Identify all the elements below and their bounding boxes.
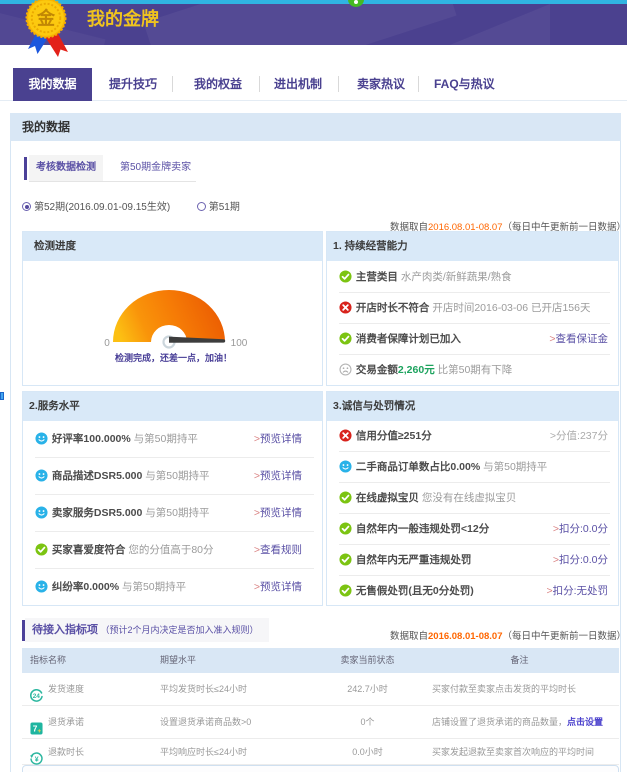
- svg-text:¥: ¥: [35, 756, 39, 763]
- svg-text:金: 金: [36, 8, 56, 29]
- svg-text:24: 24: [33, 693, 41, 700]
- svg-text:100: 100: [231, 338, 248, 349]
- svg-text:0: 0: [104, 338, 110, 349]
- svg-text:+: +: [37, 728, 41, 735]
